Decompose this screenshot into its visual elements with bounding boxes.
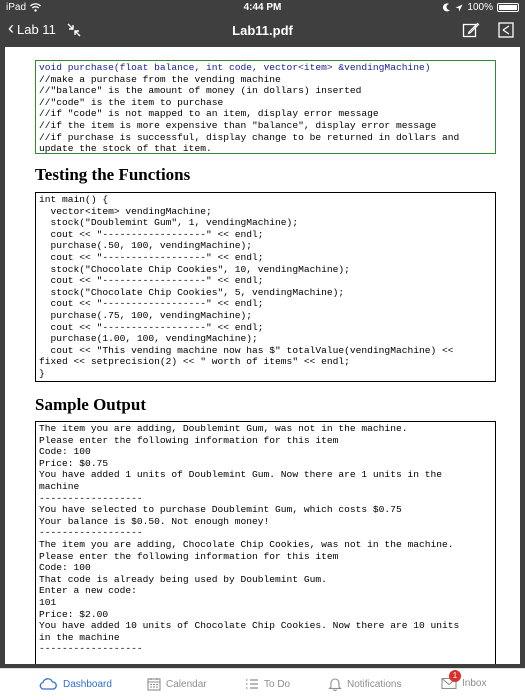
sample-output-heading: Sample Output: [35, 395, 146, 414]
output-line: Code: 100: [39, 562, 91, 574]
code-line: purchase(1.00, 100, vendingMachine);: [39, 333, 258, 345]
code-line: cout << "------------------" << endl;: [39, 275, 264, 287]
code-line: //if "code" is not mapped to an item, di…: [39, 108, 379, 120]
output-line: You have selected to purchase Doublemint…: [39, 504, 402, 516]
back-label: Lab 11: [17, 21, 56, 37]
code-line: //if purchase is successful, display cha…: [39, 131, 460, 143]
code-line: cout << "This vending machine now has $"…: [39, 344, 454, 356]
tab-calendar[interactable]: Calendar: [147, 677, 207, 691]
tab-label: Dashboard: [63, 678, 112, 690]
output-line: Code: 100: [39, 446, 91, 458]
output-line: The item you are adding, Doublemint Gum,…: [39, 423, 408, 434]
code-line: stock("Chocolate Chip Cookies", 10, vend…: [39, 263, 350, 275]
code-line: //if the item is more expensive than "ba…: [39, 119, 437, 131]
code-line: cout << "------------------" << endl;: [39, 321, 264, 333]
code-line: cout << "------------------" << endl;: [39, 251, 264, 263]
code-line: void purchase(float balance, int code, v…: [39, 62, 431, 73]
nav-bar: ‹ Lab 11 Lab11.pdf: [0, 16, 525, 46]
tab-label: Calendar: [166, 678, 207, 690]
cloud-icon: [39, 678, 57, 690]
code-line: int main() {: [39, 194, 109, 205]
moon-icon: [443, 3, 451, 12]
status-bar: iPad 4:44 PM 100%: [0, 0, 525, 16]
tab-notifications[interactable]: Notifications: [328, 677, 401, 691]
output-line: That code is already being used by Doubl…: [39, 573, 327, 585]
output-line: You have added 10 units of Chocolate Chi…: [39, 620, 460, 632]
chevron-left-icon: ‹: [8, 18, 14, 38]
tab-label: To Do: [264, 678, 291, 690]
tab-label: Notifications: [347, 678, 402, 690]
output-line: in the machine: [39, 631, 120, 643]
location-icon: [455, 4, 463, 11]
sample-output-box: The item you are adding, Doublemint Gum,…: [35, 421, 496, 664]
output-line: Price: $0.75: [39, 457, 109, 469]
code-line: purchase(.75, 100, vendingMachine);: [39, 309, 253, 321]
testing-heading: Testing the Functions: [35, 165, 191, 184]
output-line: ------------------: [39, 643, 143, 655]
output-line: machine: [39, 480, 80, 492]
code-line: }: [39, 367, 45, 379]
code-line: purchase(.50, 100, vendingMachine);: [39, 240, 253, 252]
output-line: 101: [39, 596, 57, 608]
tab-todo[interactable]: To Do: [245, 677, 290, 691]
code-line: vector<item> vendingMachine;: [39, 205, 212, 217]
tab-inbox[interactable]: 1 Inbox: [441, 670, 487, 690]
back-button[interactable]: ‹ Lab 11: [8, 18, 56, 38]
output-line: The item you are adding, Chocolate Chip …: [39, 538, 454, 550]
output-line: ------------------: [39, 527, 143, 539]
code-line: cout << "------------------" << endl;: [39, 298, 264, 310]
tab-label: Inbox: [462, 678, 487, 689]
code-line: //"balance" is the amount of money (in d…: [39, 85, 362, 97]
inbox-badge: 1: [449, 670, 461, 682]
battery-icon: [497, 3, 519, 12]
collapse-arrows-icon[interactable]: [66, 22, 82, 38]
code-line: //"code" is the item to purchase: [39, 96, 224, 108]
test-main-code: int main() { vector<item> vendingMachine…: [35, 192, 496, 382]
share-icon[interactable]: [497, 21, 515, 39]
output-line: Your balance is $0.50. Not enough money!: [39, 515, 270, 527]
output-line: Price: $2.00: [39, 608, 109, 620]
code-line: stock("Doublemint Gum", 1, vendingMachin…: [39, 217, 299, 229]
calendar-icon: [147, 678, 161, 691]
purchase-function-code: void purchase(float balance, int code, v…: [35, 60, 496, 154]
annotate-icon[interactable]: [462, 21, 480, 39]
output-line: Please enter the following information f…: [39, 434, 339, 446]
bell-icon: [328, 678, 342, 691]
tab-bar: Dashboard Calendar To Do Notifications 1: [0, 668, 525, 700]
battery-percent: 100%: [467, 2, 493, 13]
code-line: stock("Chocolate Chip Cookies", 5, vendi…: [39, 286, 345, 298]
list-icon: [246, 679, 258, 689]
code-line: fixed << setprecision(2) << " worth of i…: [39, 356, 350, 368]
output-line: Enter a new code:: [39, 585, 137, 597]
code-line: update the stock of that item.: [39, 143, 212, 154]
output-line: ------------------: [39, 492, 143, 504]
output-line: Please enter the following information f…: [39, 550, 339, 562]
tab-dashboard[interactable]: Dashboard: [38, 677, 112, 691]
code-line: //make a purchase from the vending machi…: [39, 73, 281, 85]
pdf-page: void purchase(float balance, int code, v…: [5, 47, 520, 664]
code-line: cout << "------------------" << endl;: [39, 228, 264, 240]
output-line: You have added 1 units of Doublemint Gum…: [39, 469, 443, 481]
